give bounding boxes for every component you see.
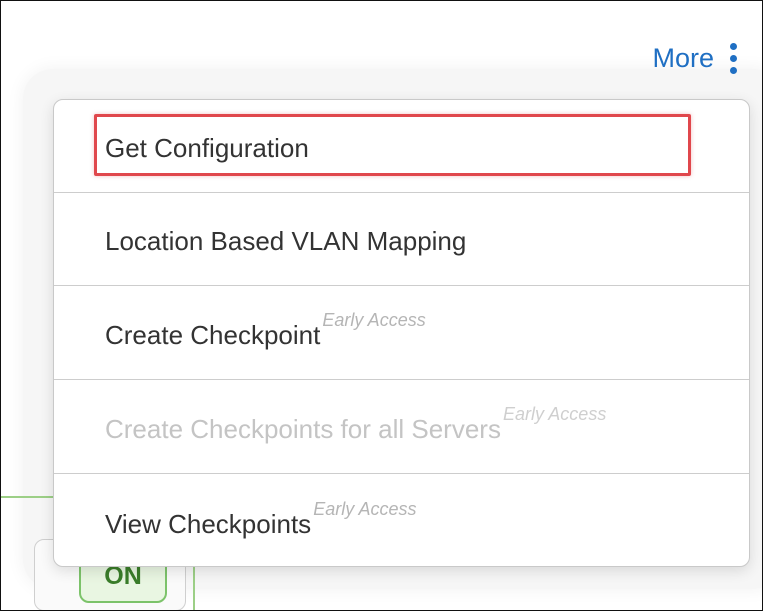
early-access-badge: Early Access: [322, 310, 426, 330]
more-vertical-icon[interactable]: [730, 43, 737, 74]
menu-item-create-checkpoint[interactable]: Create Checkpoint Early Access: [54, 287, 749, 380]
menu-item-view-checkpoints[interactable]: View Checkpoints Early Access: [54, 475, 749, 568]
menu-item-get-configuration[interactable]: Get Configuration: [54, 100, 749, 193]
more-dropdown-menu: Get Configuration Location Based VLAN Ma…: [53, 99, 750, 567]
early-access-badge: Early Access: [502, 404, 607, 424]
menu-item-label: Location Based VLAN Mapping: [105, 226, 467, 256]
menu-item-label: Get Configuration: [105, 133, 309, 163]
screenshot-frame: ON More Get Configuration Location Based…: [0, 0, 763, 611]
menu-item-label: Create Checkpoints for all Servers Early …: [105, 404, 607, 444]
menu-item-label: Create Checkpoint Early Access: [105, 310, 426, 350]
menu-item-location-based-vlan-mapping[interactable]: Location Based VLAN Mapping: [54, 193, 749, 286]
menu-item-label: View Checkpoints Early Access: [105, 499, 417, 539]
early-access-badge: Early Access: [313, 499, 417, 519]
menu-item-create-checkpoints-all-servers: Create Checkpoints for all Servers Early …: [54, 381, 749, 474]
more-menu-button[interactable]: More: [652, 43, 737, 74]
more-label[interactable]: More: [652, 43, 714, 74]
